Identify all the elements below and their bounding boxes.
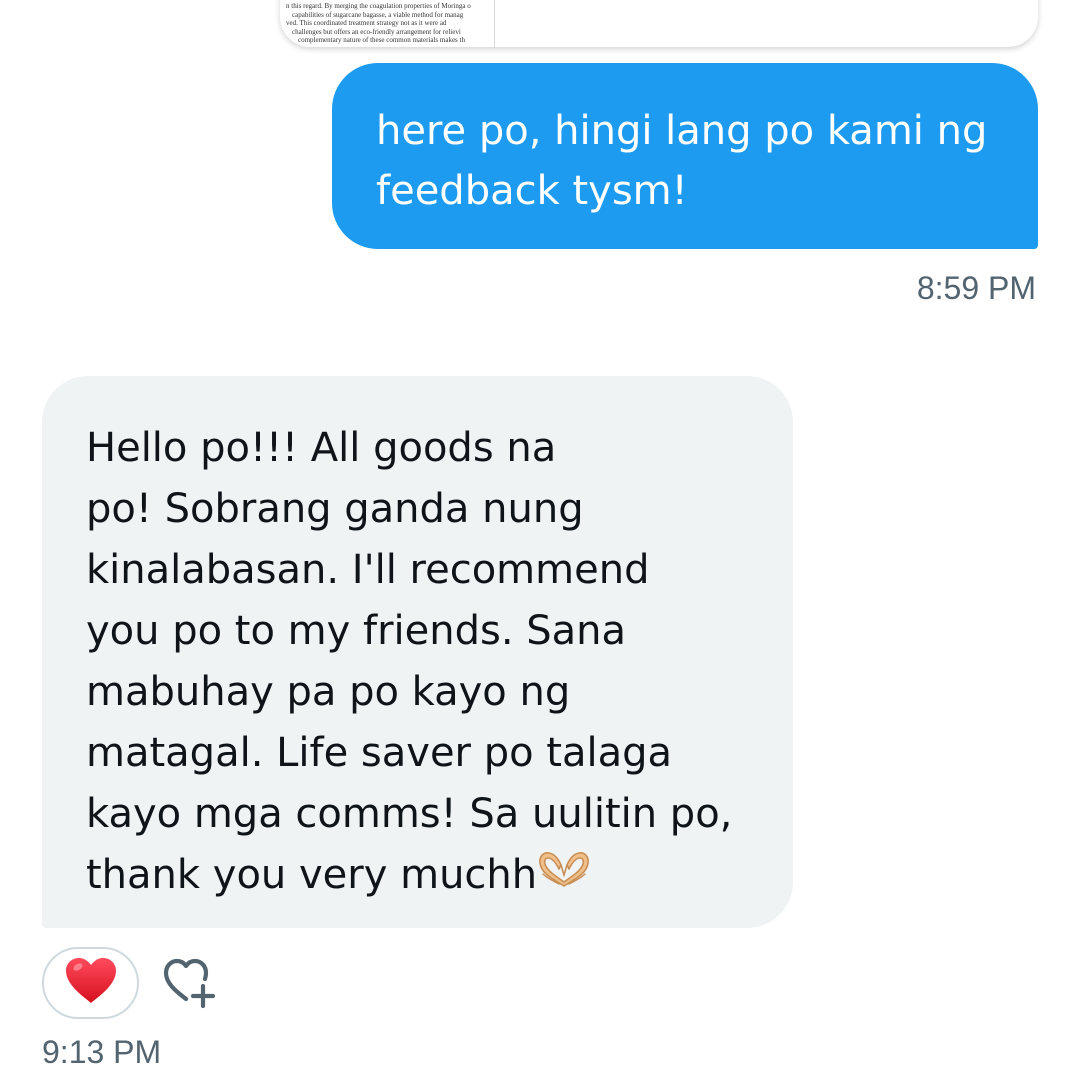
sent-message-bubble[interactable]: here po, hingi lang po kami ng feedback … xyxy=(332,63,1038,249)
doc-line: n this regard. By merging the coagulatio… xyxy=(286,2,471,10)
red-heart-icon xyxy=(63,956,119,1010)
doc-line: ved. This coordinated treatment strategy… xyxy=(286,19,447,28)
received-timestamp: 9:13 PM xyxy=(42,1034,162,1070)
received-message-line: mabuhay pa po kayo ng xyxy=(86,669,571,715)
received-message-bubble[interactable]: Hello po!!! All goods na po! Sobrang gan… xyxy=(42,376,793,928)
sent-timestamp: 8:59 PM xyxy=(916,270,1036,306)
attachment-card[interactable]: n this regard. By merging the coagulatio… xyxy=(280,0,1038,47)
document-preview-text: n this regard. By merging the coagulatio… xyxy=(286,2,494,45)
received-message-last-line: thank you very muchh xyxy=(86,845,763,908)
doc-line: challenges but offers an eco-friendly ar… xyxy=(292,27,461,36)
received-message-line: you po to my friends. Sana xyxy=(86,608,627,654)
doc-line: capabilities of sugarcane bagasse, a via… xyxy=(292,10,464,19)
received-message-line: po! Sobrang ganda nung xyxy=(86,486,584,532)
add-reaction-button[interactable] xyxy=(160,955,222,1011)
received-message-line: kinalabasan. I'll recommend xyxy=(86,547,650,593)
heart-plus-icon xyxy=(160,958,222,1015)
received-message-line: matagal. Life saver po talaga xyxy=(86,730,673,776)
received-message-line: Hello po!!! All goods na xyxy=(86,425,557,471)
document-thumbnail[interactable]: n this regard. By merging the coagulatio… xyxy=(280,0,495,47)
doc-line: complementary nature of these common mat… xyxy=(298,36,465,45)
heart-hands-emoji-icon xyxy=(537,847,591,908)
received-message-line: kayo mga comms! Sa uulitin po, xyxy=(86,791,733,837)
sent-message-line: here po, hingi lang po kami ng xyxy=(376,108,988,154)
sent-message-line: feedback tysm! xyxy=(376,168,688,214)
received-message-line: thank you very muchh xyxy=(86,852,538,898)
reaction-heart-button[interactable] xyxy=(42,947,139,1019)
